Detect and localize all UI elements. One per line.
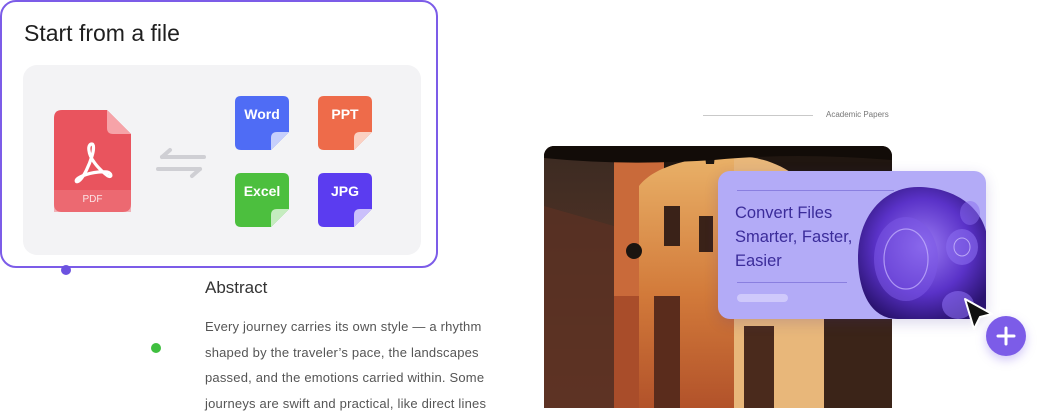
- abstract-line: passed, and the emotions carried within.…: [205, 365, 515, 391]
- start-from-file-card[interactable]: Start from a file PDF Wor: [0, 0, 438, 268]
- section-caption: Academic Papers: [826, 110, 889, 119]
- ppt-label: PPT: [318, 106, 372, 122]
- status-dot: [151, 343, 161, 353]
- abstract-heading: Abstract: [205, 278, 267, 298]
- convert-card-line: Convert Files: [735, 201, 875, 225]
- abstract-line: shaped by the traveler’s pace, the lands…: [205, 340, 515, 366]
- abstract-body: Every journey carries its own style — a …: [205, 314, 515, 416]
- excel-format-icon[interactable]: Excel: [235, 173, 289, 227]
- convert-card-line: Smarter, Faster,: [735, 225, 875, 249]
- convert-card-line: Easier: [735, 249, 875, 273]
- abstract-line: Every journey carries its own style — a …: [205, 314, 515, 340]
- abstract-line: journeys are swift and practical, like d…: [205, 391, 515, 416]
- jpg-label: JPG: [318, 183, 372, 199]
- convert-card-title: Convert Files Smarter, Faster, Easier: [735, 201, 875, 273]
- divider-line: [703, 115, 813, 116]
- word-format-icon[interactable]: Word: [235, 96, 289, 150]
- card-placeholder-bar: [737, 294, 788, 302]
- word-label: Word: [235, 106, 289, 122]
- ppt-format-icon[interactable]: PPT: [318, 96, 372, 150]
- swap-arrows-icon: [154, 145, 208, 181]
- excel-label: Excel: [235, 183, 289, 199]
- convert-files-card[interactable]: Convert Files Smarter, Faster, Easier: [718, 171, 986, 319]
- jpg-format-icon[interactable]: JPG: [318, 173, 372, 227]
- plus-icon: [996, 326, 1016, 346]
- pdf-file-icon[interactable]: PDF: [54, 110, 131, 212]
- card-title: Start from a file: [24, 20, 180, 47]
- add-button[interactable]: [986, 316, 1026, 356]
- card-divider-bottom: [737, 282, 847, 283]
- connector-dot: [61, 265, 71, 275]
- file-conversion-panel: PDF Word PPT: [23, 65, 421, 255]
- pdf-label: PDF: [54, 194, 131, 205]
